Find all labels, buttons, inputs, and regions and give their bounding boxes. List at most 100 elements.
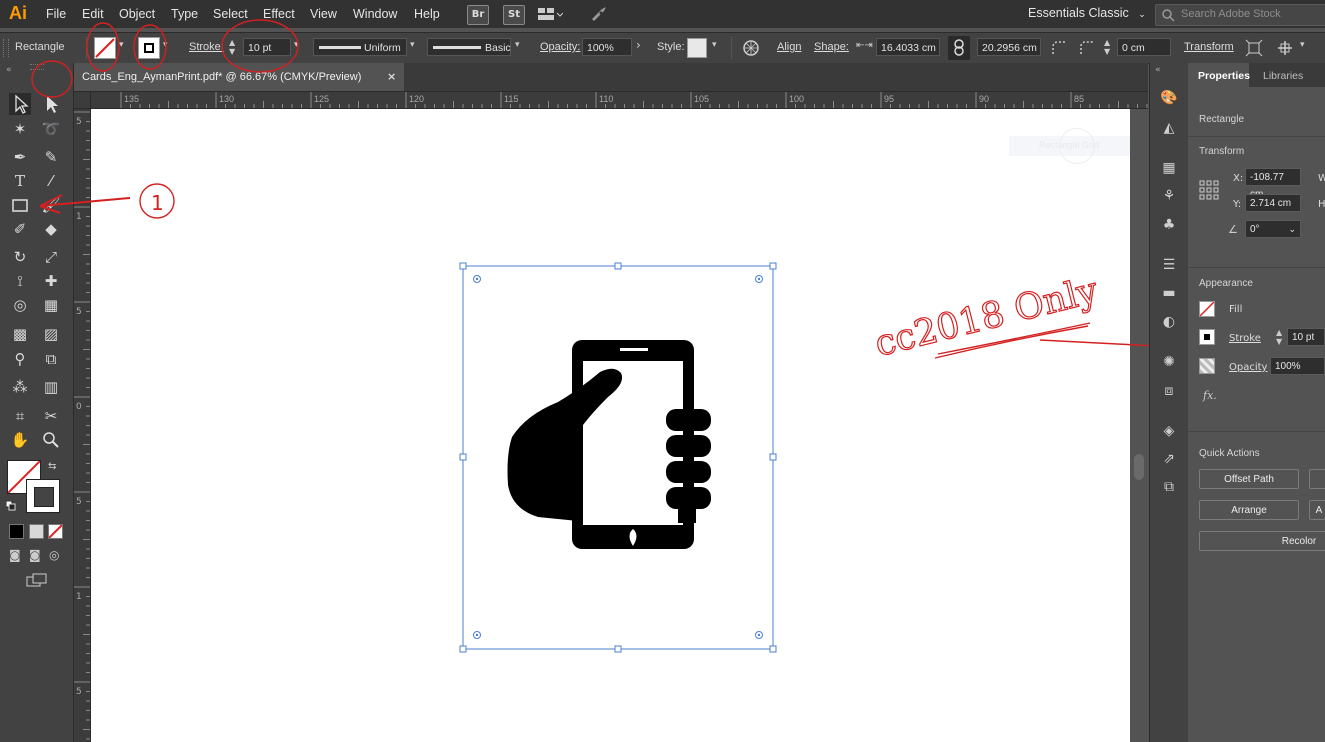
scale-tool-icon[interactable]: ⤢	[40, 246, 62, 268]
vertical-scrollbar-thumb[interactable]	[1134, 454, 1144, 480]
x-position-input[interactable]: -108.77 cm	[1245, 168, 1301, 200]
chevron-down-icon[interactable]: ▾	[515, 40, 520, 50]
stroke-swatch[interactable]	[1199, 329, 1215, 345]
swap-icon[interactable]: ⇆	[48, 461, 56, 472]
line-segment-tool-icon[interactable]: ⁄	[40, 170, 62, 192]
stroke-stepper[interactable]: ▲ ▼	[1276, 328, 1282, 346]
vertical-ruler[interactable]: 5 1 5 0 5 1 5	[74, 92, 91, 742]
mesh-tool-icon[interactable]: ▩	[9, 323, 31, 345]
brush-definition[interactable]: Basic	[427, 38, 511, 56]
chevron-down-icon[interactable]: ▾	[119, 40, 124, 50]
opacity-label[interactable]: Opacity:	[540, 41, 580, 53]
grip-handle[interactable]	[30, 64, 44, 70]
zoom-tool-icon[interactable]	[40, 429, 62, 451]
stroke-stepper[interactable]: ▲ ▼	[229, 38, 241, 58]
paintbrush-tool-icon[interactable]: 🖌	[40, 194, 62, 216]
rotation-input[interactable]: 0° ⌄	[1245, 220, 1301, 238]
puppet-warp-tool-icon[interactable]: ✚	[40, 270, 62, 292]
gradient-panel-icon[interactable]: ▬	[1159, 283, 1179, 303]
selection-tool-icon[interactable]	[9, 93, 31, 115]
extra-action-button[interactable]	[1309, 469, 1325, 489]
chevron-down-icon[interactable]: ▾	[410, 40, 415, 50]
gradient-tool-icon[interactable]: ▨	[40, 323, 62, 345]
align-link[interactable]: Align	[777, 41, 801, 53]
y-position-input[interactable]: 2.714 cm	[1245, 194, 1301, 212]
stroke-color-box[interactable]	[26, 479, 60, 513]
isolate-icon[interactable]	[1245, 39, 1263, 60]
color-guide-icon[interactable]: ◭	[1159, 118, 1179, 138]
collapse-icon[interactable]: «	[6, 65, 12, 75]
slice-tool-icon[interactable]: ✂	[40, 405, 62, 427]
swatches-icon[interactable]: ▦	[1159, 158, 1179, 178]
menu-view[interactable]: View	[310, 7, 337, 21]
none-mode-icon[interactable]	[48, 524, 63, 539]
export-icon[interactable]: ⇗	[1159, 449, 1179, 469]
corner-stepper[interactable]: ▲ ▼	[1104, 38, 1116, 58]
menu-type[interactable]: Type	[171, 7, 198, 21]
opacity-icon[interactable]	[1199, 358, 1215, 374]
blend-tool-icon[interactable]: ⧉	[40, 348, 62, 370]
shape-builder-tool-icon[interactable]: ◎	[9, 294, 31, 316]
horizontal-ruler[interactable]: 135 130 125 120 115 110 105 100 95 90 85	[74, 92, 1148, 109]
menu-object[interactable]: Object	[119, 7, 155, 21]
workspace-switcher[interactable]: Essentials Classic ⌄	[1028, 6, 1146, 20]
symbol-sprayer-tool-icon[interactable]: ⁂	[9, 376, 31, 398]
symbols-icon[interactable]: ♣	[1159, 215, 1179, 235]
transparency-icon[interactable]: ◐	[1159, 312, 1179, 332]
rectangle-tool-icon[interactable]	[9, 194, 31, 216]
stroke-label[interactable]: Stroke	[1229, 333, 1261, 344]
collapse-icon[interactable]: «	[1155, 65, 1161, 75]
align-button[interactable]: A	[1309, 500, 1325, 520]
stock-button[interactable]: St	[503, 5, 525, 25]
menu-file[interactable]: File	[46, 7, 66, 21]
variable-width-profile[interactable]: Uniform	[313, 38, 407, 56]
fill-swatch[interactable]	[94, 37, 116, 59]
tab-libraries[interactable]: Libraries	[1263, 70, 1303, 82]
layers-icon[interactable]: ◈	[1159, 421, 1179, 441]
shape-height-input[interactable]: 20.2956 cm	[977, 38, 1041, 56]
eraser-tool-icon[interactable]: ◆	[40, 218, 62, 240]
chevron-down-icon[interactable]: ⌄	[1288, 221, 1296, 238]
stroke-weight-input[interactable]: 10 pt	[1287, 328, 1325, 346]
gpu-performance-button[interactable]	[588, 5, 610, 23]
corner-radius-input[interactable]: 0 cm	[1117, 38, 1171, 56]
fx-icon[interactable]: fx.	[1203, 389, 1217, 402]
perspective-grid-tool-icon[interactable]: ▦	[40, 294, 62, 316]
ruler-origin[interactable]	[74, 92, 91, 109]
chevron-down-icon[interactable]: ▾	[163, 40, 168, 50]
transform-link[interactable]: Transform	[1184, 41, 1234, 53]
opacity-input[interactable]: 100%	[1270, 357, 1325, 375]
stock-search-input[interactable]: Search Adobe Stock	[1155, 4, 1325, 26]
magic-wand-tool-icon[interactable]: ✶	[9, 118, 31, 140]
curvature-tool-icon[interactable]: ✎	[40, 146, 62, 168]
artboards-icon[interactable]: ⧉	[1159, 477, 1179, 497]
screen-mode-icon[interactable]	[26, 573, 48, 590]
menu-help[interactable]: Help	[414, 7, 440, 21]
grip-handle[interactable]	[3, 39, 9, 57]
column-graph-tool-icon[interactable]: ▥	[40, 376, 62, 398]
menu-effect[interactable]: Effect	[263, 7, 295, 21]
stroke-label[interactable]: Stroke:	[189, 41, 224, 53]
chevron-right-icon[interactable]: ›	[636, 38, 641, 52]
gradient-mode-icon[interactable]	[29, 524, 44, 539]
recolor-button[interactable]: Recolor	[1199, 531, 1325, 551]
draw-normal-icon[interactable]: ◙	[9, 548, 21, 562]
appearance-icon[interactable]: ✺	[1159, 352, 1179, 372]
chevron-down-icon[interactable]: ▾	[1300, 40, 1305, 50]
width-tool-icon[interactable]: ⟟	[9, 270, 31, 292]
draw-inside-icon[interactable]: ◎	[49, 548, 59, 562]
chevron-down-icon[interactable]: ▾	[712, 40, 717, 50]
shape-width-input[interactable]: 16.4033 cm	[876, 38, 940, 56]
pen-tool-icon[interactable]: ✒	[9, 146, 31, 168]
opacity-input[interactable]: 100%	[582, 38, 632, 56]
corner-options-icon[interactable]	[1078, 39, 1096, 60]
default-colors-icon[interactable]	[5, 500, 16, 511]
constrain-proportions-button[interactable]	[948, 36, 970, 60]
type-tool-icon[interactable]: T	[9, 170, 31, 192]
menu-select[interactable]: Select	[213, 7, 248, 21]
stroke-swatch[interactable]	[138, 37, 160, 59]
offset-path-button[interactable]: Offset Path	[1199, 469, 1299, 489]
bridge-button[interactable]: Br	[467, 5, 489, 25]
shape-label[interactable]: Shape:	[814, 41, 849, 53]
stroke-panel-icon[interactable]: ☰	[1159, 255, 1179, 275]
